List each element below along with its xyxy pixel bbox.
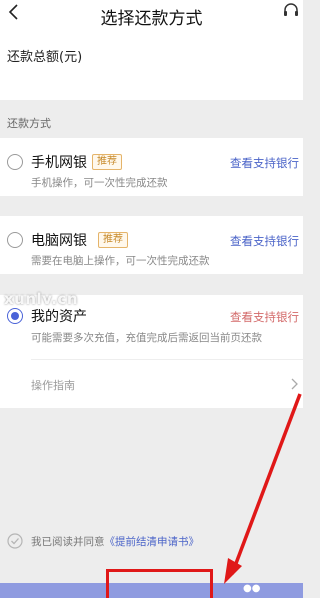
agreement-text: 我已阅读并同意《提前结清申请书》 — [31, 534, 199, 549]
section-title: 还款方式 — [7, 117, 51, 130]
repayment-total-block: 还款总额(元) — [0, 30, 303, 100]
annotation-highlight-box — [106, 569, 213, 598]
option-my-assets[interactable]: 我的资产 查看支持银行 可能需要多次充值，充值完成后需返回当前页还款 操作指南 — [0, 295, 303, 408]
headset-icon[interactable] — [283, 2, 299, 18]
repayment-total-label: 还款总额(元) — [7, 50, 83, 65]
screen: 选择还款方式 还款总额(元) 还款方式 手机网银 推荐 查看支持银行 手机操作，… — [0, 0, 303, 598]
agreement-checkbox-icon[interactable] — [7, 533, 23, 549]
agreement-document-link[interactable]: 《提前结清申请书》 — [105, 536, 200, 548]
radio-mobile-banking[interactable] — [7, 154, 23, 170]
top-navigation-bar: 选择还款方式 — [0, 0, 303, 30]
view-supported-banks-link[interactable]: 查看支持银行 — [230, 155, 299, 171]
operation-guide-label[interactable]: 操作指南 — [31, 377, 75, 393]
option-description: 可能需要多次充值，充值完成后需返回当前页还款 — [31, 332, 262, 344]
view-supported-banks-link[interactable]: 查看支持银行 — [230, 233, 299, 249]
agreement-prefix: 我已阅读并同意 — [31, 536, 105, 548]
bottom-bar-mark: ●● — [243, 583, 261, 594]
option-name: 我的资产 — [31, 309, 87, 325]
option-name: 手机网银 — [31, 155, 87, 171]
radio-my-assets[interactable] — [7, 308, 23, 324]
divider — [31, 359, 303, 360]
option-description: 需要在电脑上操作，可一次性完成还款 — [31, 255, 210, 267]
view-supported-banks-link[interactable]: 查看支持银行 — [230, 309, 299, 325]
recommend-badge: 推荐 — [98, 232, 128, 248]
page-title: 选择还款方式 — [100, 9, 203, 29]
option-pc-banking[interactable]: 电脑网银 推荐 查看支持银行 需要在电脑上操作，可一次性完成还款 — [0, 216, 303, 274]
option-description: 手机操作，可一次性完成还款 — [31, 177, 168, 189]
watermark-text: xunlv.cn — [4, 290, 78, 308]
option-name: 电脑网银 — [31, 233, 87, 249]
recommend-badge: 推荐 — [92, 154, 122, 170]
chevron-right-icon[interactable] — [291, 378, 299, 390]
radio-pc-banking[interactable] — [7, 232, 23, 248]
option-mobile-banking[interactable]: 手机网银 推荐 查看支持银行 手机操作，可一次性完成还款 — [0, 138, 303, 196]
